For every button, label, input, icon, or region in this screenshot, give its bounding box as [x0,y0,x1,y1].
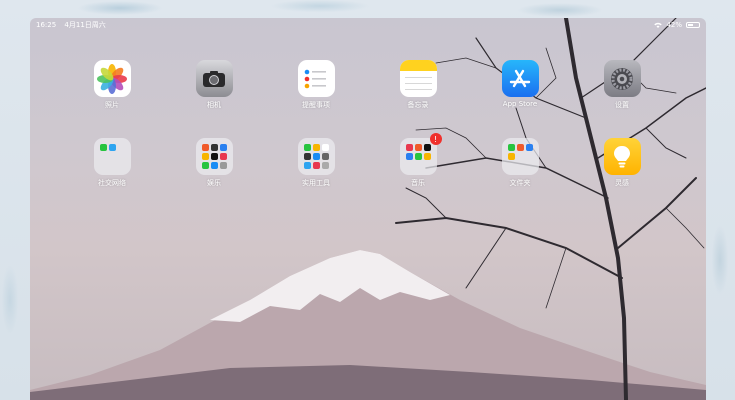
status-date: 4月11日周六 [64,21,106,29]
app-app-store[interactable]: App Store [490,60,550,108]
app-label: 照片 [105,101,119,109]
app-label: 备忘录 [407,101,429,109]
app-label: 提醒事项 [302,101,330,109]
app-settings[interactable]: 设置 [592,60,652,110]
app-grid: 照片 相机 提醒事项 备忘录 App Store 设置 社交网络 娱乐 实用工具… [30,18,706,400]
social-folder-icon [93,138,131,175]
app-label: App Store [502,100,538,108]
app-store-icon [501,60,539,97]
app-photos[interactable]: 照片 [82,60,142,110]
app-label: 社交网络 [98,179,126,187]
folder-music[interactable]: ! 音乐 [388,133,448,188]
settings-icon [603,60,641,97]
folder-utilities[interactable]: 实用工具 [286,138,346,188]
utilities-folder-icon [297,138,335,175]
status-bar: 16:25 4月11日周六 42% [30,18,706,32]
wifi-icon [654,22,663,28]
app-label: 设置 [615,101,629,109]
app-label: 音乐 [411,179,425,187]
app-reminders[interactable]: 提醒事项 [286,60,346,110]
battery-percentage: 42% [666,21,682,29]
folder-social[interactable]: 社交网络 [82,138,142,188]
notes-icon [399,60,437,97]
notification-badge: ! [429,133,442,145]
photos-icon [93,60,131,97]
folder-icon [501,138,539,175]
music-folder-icon: ! [399,133,442,175]
tips-icon [603,138,641,175]
app-label: 文件夹 [509,179,531,187]
folder-entertainment[interactable]: 娱乐 [184,138,244,188]
folder-files[interactable]: 文件夹 [490,138,550,188]
status-time: 16:25 [36,21,57,29]
app-camera[interactable]: 相机 [184,60,244,110]
app-tips[interactable]: 灵感 [592,138,652,188]
entertainment-folder-icon [195,138,233,175]
reminders-icon [297,60,335,97]
app-notes[interactable]: 备忘录 [388,60,448,110]
camera-icon [195,60,233,97]
app-label: 实用工具 [302,179,330,187]
app-label: 灵感 [615,179,629,187]
app-label: 娱乐 [207,179,221,187]
app-label: 相机 [207,101,221,109]
battery-icon [686,22,700,28]
